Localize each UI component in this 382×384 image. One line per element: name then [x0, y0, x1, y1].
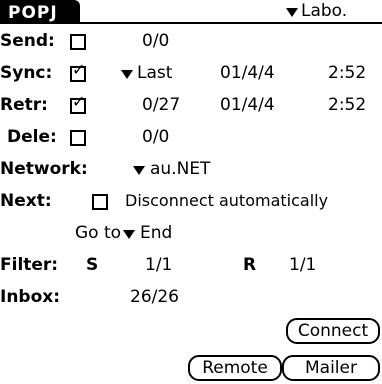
filter-s-value: 1/1 — [145, 255, 173, 275]
disconnect-label[interactable]: Disconnect automatically — [125, 193, 328, 209]
retr-date: 01/4/4 — [220, 95, 275, 115]
mailer-button[interactable]: Mailer — [282, 355, 380, 381]
title-divider — [0, 22, 382, 24]
sync-date: 01/4/4 — [220, 63, 275, 83]
disconnect-checkbox[interactable] — [92, 194, 108, 210]
retr-label: Retr: — [0, 95, 48, 115]
dele-checkbox[interactable] — [70, 130, 86, 146]
send-checkbox[interactable] — [70, 34, 86, 50]
next-label: Next: — [0, 191, 52, 211]
network-label: Network: — [0, 159, 88, 179]
app-title: POPJ — [8, 3, 58, 23]
check-icon: ✓ — [72, 92, 86, 111]
network-value: au.NET — [150, 159, 211, 179]
sync-time: 2:52 — [328, 63, 367, 83]
goto-label: Go to — [75, 223, 122, 243]
sync-checkbox[interactable]: ✓ — [70, 62, 86, 82]
dele-label: Dele: — [7, 127, 57, 147]
remote-button[interactable]: Remote — [188, 355, 282, 381]
chevron-down-icon — [133, 166, 145, 175]
filter-r-label: R — [243, 255, 257, 275]
send-label: Send: — [0, 31, 55, 51]
goto-value: End — [140, 223, 173, 243]
retr-time: 2:52 — [328, 95, 367, 115]
chevron-down-icon — [123, 230, 135, 239]
connect-button[interactable]: Connect — [286, 318, 380, 344]
send-count: 0/0 — [142, 31, 170, 51]
sync-label: Sync: — [0, 63, 53, 83]
filter-s-label: S — [86, 255, 99, 275]
chevron-down-icon — [286, 8, 298, 17]
sync-mode-value: Last — [137, 63, 173, 83]
chevron-down-icon — [121, 70, 133, 79]
filter-r-value: 1/1 — [289, 255, 317, 275]
retr-checkbox[interactable]: ✓ — [70, 94, 86, 114]
inbox-label: Inbox: — [0, 287, 61, 307]
app-title-tab[interactable]: POPJ — [0, 0, 80, 24]
inbox-value: 26/26 — [130, 287, 179, 307]
filter-label: Filter: — [0, 255, 59, 275]
account-name: Labo. — [301, 1, 348, 21]
retr-count: 0/27 — [142, 95, 181, 115]
dele-count: 0/0 — [142, 127, 170, 147]
check-icon: ✓ — [72, 60, 86, 79]
